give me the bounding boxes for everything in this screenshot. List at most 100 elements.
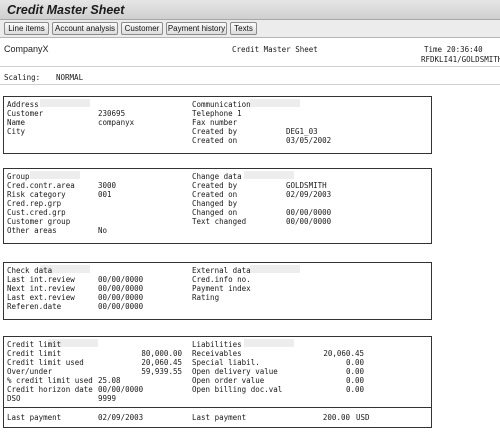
address-heading: Address — [7, 100, 39, 109]
cd-created-by-value: GOLDSMITH — [286, 181, 327, 190]
window-title: Credit Master Sheet — [7, 3, 125, 17]
cred-contr-area-value: 3000 — [98, 181, 117, 190]
group-change-data-box: Group Cred.contr.area 3000 Risk category… — [3, 168, 432, 244]
company-name: CompanyX — [4, 44, 49, 54]
cd-created-by-label: Created by — [192, 181, 238, 190]
over-under-value: 59,939.55 — [141, 367, 182, 376]
other-areas-value: No — [98, 226, 108, 235]
customer-button[interactable]: Customer — [121, 22, 163, 35]
redacted-field — [244, 171, 294, 179]
credit-limit-used-label: Credit limit used — [7, 358, 84, 367]
receivables-value: 20,060.45 — [323, 349, 364, 358]
referen-date-label: Referen.date — [7, 302, 62, 311]
cd-changed-on-value: 00/00/0000 — [286, 208, 332, 217]
redacted-field — [250, 99, 300, 107]
last-ext-review-label: Last ext.review — [7, 293, 75, 302]
pct-credit-limit-used-value: 25.08 — [98, 376, 121, 385]
header-divider — [0, 66, 500, 67]
comm-created-by-label: Created by — [192, 127, 238, 136]
credit-limit-used-value: 20,060.45 — [141, 358, 182, 367]
name-value: companyx — [98, 118, 135, 127]
credit-horizon-date-label: Credit horizon date — [7, 385, 93, 394]
scaling-label: Scaling: — [4, 73, 41, 82]
report-title: Credit Master Sheet — [232, 45, 318, 54]
credit-limit-liabilities-box: Credit limit Credit limit 80,000.00 Cred… — [3, 336, 432, 428]
scaling-value: NORMAL — [56, 73, 84, 82]
last-payment-date: 02/09/2003 — [98, 413, 144, 422]
referen-date-value: 00/00/0000 — [98, 302, 144, 311]
customer-group-label: Customer group — [7, 217, 71, 226]
cred-rep-grp-label: Cred.rep.grp — [7, 199, 62, 208]
report-user-info: RFDKLI41/GOLDSMITH — [421, 55, 500, 64]
rating-label: Rating — [192, 293, 220, 302]
next-int-review-label: Next int.review — [7, 284, 75, 293]
dso-label: DSO — [7, 394, 21, 403]
receivables-label: Receivables — [192, 349, 242, 358]
communication-heading: Communication — [192, 100, 251, 109]
account-analysis-button[interactable]: Account analysis — [52, 22, 118, 35]
report-time: Time 20:36:40 — [424, 45, 483, 54]
over-under-label: Over/under — [7, 367, 53, 376]
totals-divider — [4, 407, 431, 408]
cd-text-changed-label: Text changed — [192, 217, 247, 226]
change-data-heading: Change data — [192, 172, 242, 181]
cred-contr-area-label: Cred.contr.area — [7, 181, 75, 190]
last-int-review-label: Last int.review — [7, 275, 75, 284]
open-billing-value: 0.00 — [345, 385, 364, 394]
name-label: Name — [7, 118, 26, 127]
customer-label: Customer — [7, 109, 44, 118]
dso-value: 9999 — [98, 394, 117, 403]
open-order-label: Open order value — [192, 376, 265, 385]
last-payment-label: Last payment — [7, 413, 62, 422]
special-liabil-label: Special liabil. — [192, 358, 260, 367]
credit-limit-value: 80,000.00 — [141, 349, 182, 358]
telephone-label: Telephone 1 — [192, 109, 242, 118]
last-payment-currency: USD — [356, 413, 370, 422]
address-communication-box: Address Customer 230695 Name companyx Ci… — [3, 96, 432, 154]
open-order-value: 0.00 — [345, 376, 364, 385]
last-payment-amount-label: Last payment — [192, 413, 247, 422]
cd-changed-on-label: Changed on — [192, 208, 238, 217]
application-toolbar: Line items Account analysis Customer Pay… — [0, 20, 500, 38]
external-data-heading: External data — [192, 266, 251, 275]
credit-limit-heading: Credit limit — [7, 340, 62, 349]
comm-created-by-value: DEG1_03 — [286, 127, 318, 136]
last-ext-review-value: 00/00/0000 — [98, 293, 144, 302]
cd-text-changed-value: 00/00/0000 — [286, 217, 332, 226]
cd-created-on-label: Created on — [192, 190, 238, 199]
title-bar: Credit Master Sheet — [0, 0, 500, 20]
cd-changed-by-label: Changed by — [192, 199, 238, 208]
open-delivery-label: Open delivery value — [192, 367, 278, 376]
cust-cred-grp-label: Cust.cred.grp — [7, 208, 66, 217]
check-external-data-box: Check data Last int.review 00/00/0000 Ne… — [3, 262, 432, 320]
other-areas-label: Other areas — [7, 226, 57, 235]
credit-limit-label: Credit limit — [7, 349, 62, 358]
comm-created-on-label: Created on — [192, 136, 238, 145]
line-items-button[interactable]: Line items — [4, 22, 49, 35]
next-int-review-value: 00/00/0000 — [98, 284, 144, 293]
special-liabil-value: 0.00 — [345, 358, 364, 367]
last-int-review-value: 00/00/0000 — [98, 275, 144, 284]
redacted-field — [250, 265, 300, 273]
customer-value[interactable]: 230695 — [98, 109, 125, 118]
credit-horizon-date-value: 00/00/0000 — [98, 385, 144, 394]
liabilities-heading: Liabilities — [192, 340, 242, 349]
open-delivery-value: 0.00 — [345, 367, 364, 376]
city-label: City — [7, 127, 26, 136]
check-data-heading: Check data — [7, 266, 53, 275]
scaling-divider — [0, 84, 500, 85]
redacted-field — [244, 339, 294, 347]
group-heading: Group — [7, 172, 30, 181]
redacted-field — [40, 99, 90, 107]
texts-button[interactable]: Texts — [230, 22, 257, 35]
redacted-field — [30, 171, 80, 179]
payment-history-button[interactable]: Payment history — [166, 22, 227, 35]
risk-category-label: Risk category — [7, 190, 66, 199]
pct-credit-limit-used-label: % credit limit used — [7, 376, 93, 385]
comm-created-on-value: 03/05/2002 — [286, 136, 332, 145]
fax-label: Fax number — [192, 118, 238, 127]
payment-index-label: Payment index — [192, 284, 251, 293]
open-billing-label: Open billing doc.val — [192, 385, 283, 394]
last-payment-amount: 200.00 — [322, 413, 350, 422]
cd-created-on-value: 02/09/2003 — [286, 190, 332, 199]
